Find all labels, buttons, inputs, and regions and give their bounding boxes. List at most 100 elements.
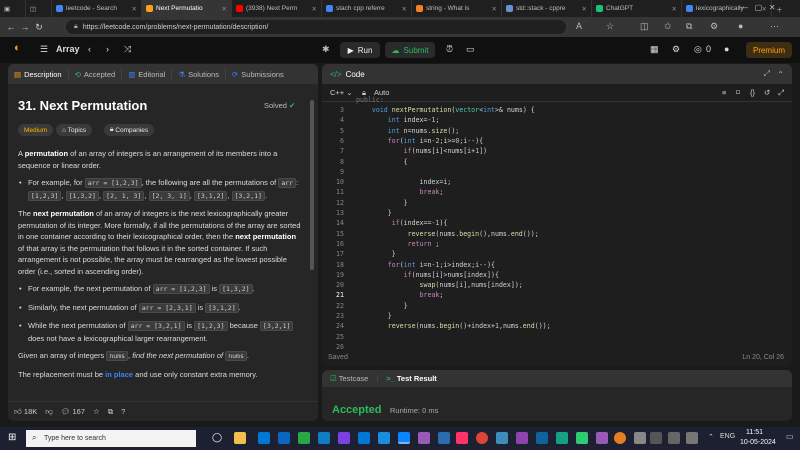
firefox-icon[interactable] [614, 432, 626, 444]
window-menu-icon[interactable]: ▣ [0, 0, 26, 17]
app-icon[interactable] [298, 432, 310, 444]
app-icon[interactable] [438, 432, 450, 444]
browser-tab[interactable]: std::stack - cppre ✕ [502, 0, 592, 17]
shuffle-icon[interactable]: ⤨ [124, 44, 131, 55]
windows-start-icon[interactable]: ⊞ [8, 432, 16, 443]
next-problem-icon[interactable]: › [106, 44, 109, 54]
chrome-icon[interactable] [476, 432, 488, 444]
settings-icon[interactable]: ⚙ [672, 44, 680, 55]
problem-list-icon[interactable]: ☰ [40, 44, 48, 55]
help-icon[interactable]: ? [121, 407, 125, 416]
close-tab-icon[interactable]: ✕ [128, 5, 137, 13]
tray-chevron-icon[interactable]: ⌃ [708, 433, 714, 441]
fullscreen-icon[interactable]: ⤢ [778, 88, 784, 98]
read-aloud-icon[interactable]: A [576, 21, 582, 31]
clock-date[interactable]: 10-05-2024 [740, 439, 776, 446]
tab-submissions[interactable]: ⟳ Submissions [226, 69, 290, 79]
browser-tab[interactable]: ChatGPT ✕ [592, 0, 682, 17]
forward-icon[interactable]: → [18, 22, 32, 32]
app-icon[interactable] [686, 432, 698, 444]
visual-studio-icon[interactable] [338, 432, 350, 444]
leetcode-logo-icon[interactable]: ◐ [14, 42, 21, 54]
tab-description[interactable]: ▤ Description [8, 69, 69, 79]
close-tab-icon[interactable]: ✕ [308, 5, 317, 13]
like-button[interactable]: 👍︎ 18K [14, 407, 37, 417]
star-icon[interactable]: ☆ [93, 407, 100, 416]
favorites-bar-icon[interactable]: ✩ [664, 21, 672, 32]
clock-time[interactable]: 11:51 [746, 429, 763, 436]
url-field[interactable]: 🔒︎ https://leetcode.com/problems/next-pe… [66, 20, 566, 34]
app-icon[interactable] [668, 432, 680, 444]
collections-icon[interactable]: ⧉ [686, 21, 692, 32]
app-icon[interactable] [556, 432, 568, 444]
dislike-icon[interactable]: 👎︎ [45, 407, 53, 417]
streak-icon[interactable]: ◎ [694, 44, 702, 55]
mail-icon[interactable] [278, 432, 290, 444]
avatar[interactable]: ● [724, 44, 729, 54]
prev-problem-icon[interactable]: ‹ [88, 44, 91, 54]
layout-icon[interactable]: ▦ [650, 44, 659, 55]
browser-tab[interactable]: stach cpp referre ✕ [322, 0, 412, 17]
taskbar-search[interactable]: ⌕ Type here to search [26, 430, 196, 447]
debug-icon[interactable]: ✱ [322, 44, 330, 55]
browser-tab[interactable]: (3938) Next Perm ✕ [232, 0, 322, 17]
task-view-icon[interactable]: ◯ [212, 432, 222, 443]
app-icon[interactable] [496, 432, 508, 444]
tab-test-result[interactable]: >_ Test Result [386, 374, 437, 383]
browser-tab[interactable]: leetcode - Search ✕ [52, 0, 142, 17]
extensions-icon[interactable]: ⚙ [710, 21, 718, 32]
close-tab-icon[interactable]: ✕ [398, 5, 407, 13]
format-icon[interactable]: ≡ [722, 88, 726, 97]
run-button[interactable]: ▶ Run [340, 42, 380, 58]
vscode-icon[interactable] [378, 432, 390, 444]
braces-icon[interactable]: {} [750, 88, 755, 97]
share-icon[interactable]: ⧉ [108, 407, 113, 417]
reset-icon[interactable]: ↺ [764, 88, 770, 97]
browser-tab[interactable]: string - What is ✕ [412, 0, 502, 17]
back-icon[interactable]: ← [4, 22, 18, 32]
bookmark-icon[interactable]: ⌑ [736, 88, 740, 97]
browser-tab[interactable]: Next Permutatio ✕ [142, 0, 232, 17]
app-icon[interactable] [576, 432, 588, 444]
split-screen-icon[interactable]: ◫ [640, 21, 649, 32]
reload-icon[interactable]: ↻ [32, 22, 46, 33]
notification-icon[interactable]: ▭ [786, 432, 794, 441]
store-icon[interactable] [258, 432, 270, 444]
close-tab-icon[interactable]: ✕ [488, 5, 497, 13]
tab-testcase[interactable]: ☑ Testcase [330, 374, 368, 383]
scrollbar[interactable] [310, 100, 314, 270]
profile-icon[interactable]: ● [738, 21, 743, 31]
app-icon[interactable] [634, 432, 646, 444]
language-indicator[interactable]: ENG [720, 433, 735, 440]
tab-accepted[interactable]: ⟲ Accepted [69, 69, 123, 79]
close-tab-icon[interactable]: ✕ [218, 5, 227, 13]
companies-chip[interactable]: 🔒︎ Companies [104, 124, 155, 136]
file-explorer-icon[interactable] [234, 432, 246, 444]
problem-list-label[interactable]: Array [56, 44, 80, 54]
premium-button[interactable]: Premium [746, 42, 792, 58]
notes-icon[interactable]: ▭ [466, 44, 475, 55]
vscode-icon[interactable] [536, 432, 548, 444]
collapse-icon[interactable]: ⌃ [777, 70, 784, 79]
close-tab-icon[interactable]: ✕ [578, 5, 587, 13]
topics-chip[interactable]: ⌂ Topics [56, 124, 93, 136]
timer-icon[interactable]: ⏰︎ [446, 44, 453, 55]
window-controls[interactable]: — ▢ ✕ [740, 3, 776, 12]
favorite-icon[interactable]: ☆ [606, 21, 614, 32]
comments-button[interactable]: 💬︎ 167 [61, 407, 85, 416]
app-icon[interactable] [516, 432, 528, 444]
submit-button[interactable]: ☁ Submit [385, 42, 435, 58]
dreamweaver-icon[interactable] [456, 432, 468, 444]
app-icon[interactable] [650, 432, 662, 444]
close-tab-icon[interactable]: ✕ [668, 5, 677, 13]
expand-icon[interactable]: ⤢ [764, 69, 770, 79]
vscode-blue-icon[interactable] [358, 432, 370, 444]
app-icon[interactable] [418, 432, 430, 444]
tab-solutions[interactable]: ⚗ Solutions [172, 69, 226, 79]
language-select[interactable]: C++ ⌄ [330, 88, 353, 97]
edge-icon[interactable] [398, 432, 410, 444]
app-icon[interactable] [596, 432, 608, 444]
tab-actions-icon[interactable]: ◫ [26, 0, 52, 17]
more-icon[interactable]: ⋯ [770, 21, 779, 32]
word-icon[interactable] [318, 432, 330, 444]
